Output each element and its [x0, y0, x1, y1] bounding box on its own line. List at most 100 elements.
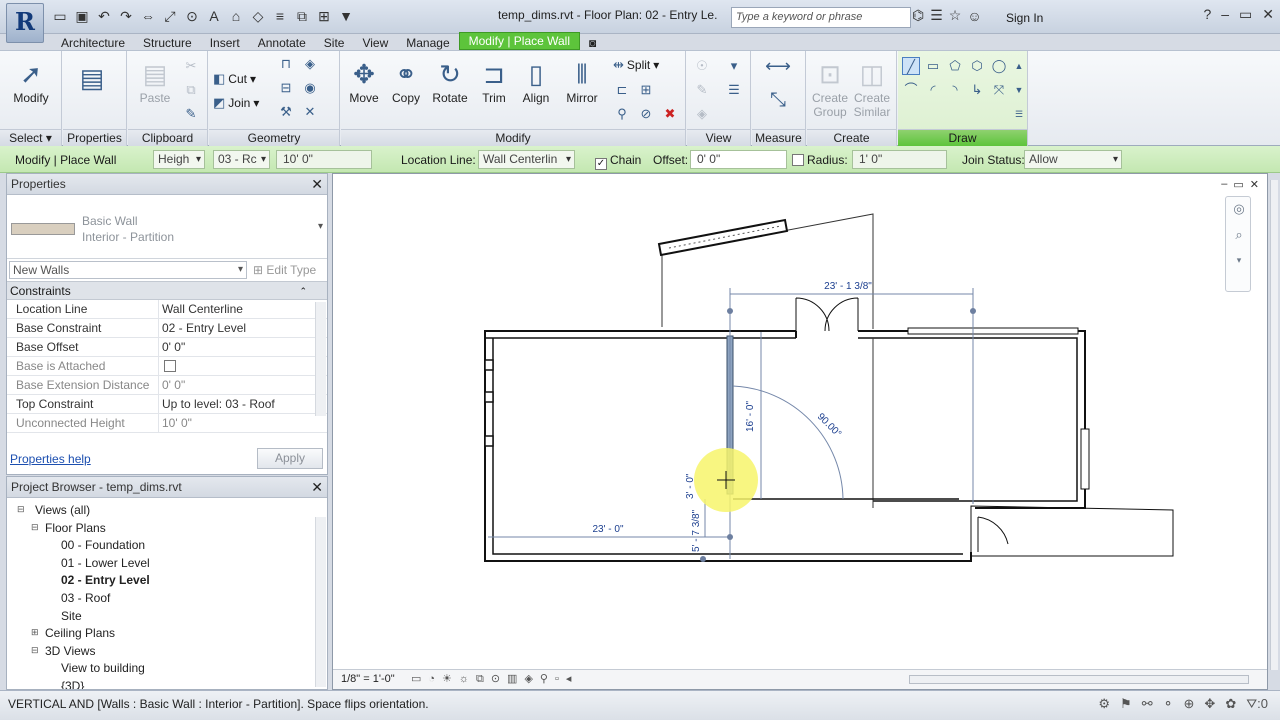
property-value[interactable]: Up to level: 03 - Roof	[159, 395, 327, 413]
collapse-node-icon[interactable]: ⊟	[31, 645, 39, 656]
section-icon[interactable]: ◇	[248, 6, 268, 26]
property-row[interactable]: Unconnected Height 10' 0"	[7, 414, 327, 433]
measure-between-icon[interactable]: ⟷	[760, 57, 796, 75]
expand-node-icon[interactable]: ⊞	[31, 627, 39, 638]
browser-item[interactable]: 02 - Entry Level	[61, 573, 150, 587]
vertical-scrollbar[interactable]	[1270, 180, 1278, 670]
browser-item[interactable]: 03 - Roof	[61, 591, 110, 605]
properties-scrollbar[interactable]	[315, 302, 326, 416]
property-row[interactable]: Top Constraint Up to level: 03 - Roof	[7, 395, 327, 414]
start-end-arc-icon[interactable]: ⌒	[902, 81, 920, 99]
chain-checkbox[interactable]: ✓ Chain	[595, 153, 641, 170]
paint-icon[interactable]: ◉	[301, 79, 319, 97]
offset-field[interactable]: 0' 0"	[690, 150, 787, 169]
copy-clipboard-icon[interactable]: ⧉	[182, 81, 200, 99]
close-icon[interactable]: ✕	[311, 174, 323, 194]
tab-structure[interactable]: Structure	[134, 36, 201, 50]
delete-icon[interactable]: ✖	[661, 105, 679, 123]
modify-button[interactable]: ➚ Modify	[8, 57, 54, 105]
close-icon[interactable]: ✕	[311, 477, 323, 497]
measure-icon[interactable]: ⇔	[138, 6, 158, 26]
view-control-icons[interactable]: ▭◔☀☼⧉⊙▥◈⚲▫◂	[411, 672, 578, 686]
rotate-button[interactable]: ↻ Rotate	[427, 57, 473, 105]
move-button[interactable]: ✥ Move	[341, 57, 387, 105]
line-icon[interactable]: ╱	[902, 57, 920, 75]
cut-geometry-button[interactable]: ◧ Cut ▾	[213, 71, 256, 87]
zoom-icon[interactable]: ⌕	[1230, 227, 1248, 245]
browser-item[interactable]: {3D}	[61, 679, 84, 689]
height-depth-select[interactable]: Heigh	[153, 150, 205, 169]
draw-expand-icon[interactable]: ☰	[1010, 105, 1028, 123]
instance-filter-select[interactable]: New Walls	[9, 261, 247, 279]
tab-view[interactable]: View	[353, 36, 397, 50]
paste-button[interactable]: ▤ Paste	[132, 57, 178, 105]
subscription-icon[interactable]: ☰	[930, 7, 943, 24]
close-icon[interactable]: ✕	[1262, 6, 1274, 23]
hide-element-icon[interactable]: ☉	[693, 57, 711, 75]
draw-scroll-down-icon[interactable]: ▼	[1010, 81, 1028, 99]
property-value[interactable]: 0' 0"	[159, 338, 327, 356]
aligned-dimension-icon[interactable]: ⤡	[760, 90, 796, 110]
property-row[interactable]: Base is Attached	[7, 357, 327, 376]
paint-view-icon[interactable]: ◈	[693, 105, 711, 123]
browser-item[interactable]: 00 - Foundation	[61, 538, 145, 552]
properties-help-link[interactable]: Properties help	[10, 452, 91, 466]
circumscribed-polygon-icon[interactable]: ⬡	[968, 57, 986, 75]
text-icon[interactable]: A	[204, 6, 224, 26]
tab-architecture[interactable]: Architecture	[52, 36, 134, 50]
tab-manage[interactable]: Manage	[397, 36, 458, 50]
property-row[interactable]: Base Extension Distance 0' 0"	[7, 376, 327, 395]
fillet-arc-icon[interactable]: ↳	[968, 81, 986, 99]
tab-insert[interactable]: Insert	[201, 36, 249, 50]
browser-item[interactable]: Site	[61, 609, 82, 623]
checkbox-icon[interactable]	[164, 360, 176, 372]
panel-label-select[interactable]: Select ▾	[0, 129, 61, 146]
wall-joins-icon[interactable]: ⊓	[277, 55, 295, 73]
join-status-select[interactable]: Allow	[1024, 150, 1122, 169]
restore-icon[interactable]: ▭	[1239, 6, 1252, 23]
mirror-button[interactable]: ⫴ Mirror	[559, 57, 605, 105]
view-scale[interactable]: 1/8" = 1'-0"	[341, 673, 395, 685]
help-icon[interactable]: ?	[1203, 6, 1211, 23]
level-select[interactable]: 03 - Rc	[213, 150, 270, 169]
application-menu-button[interactable]: R	[6, 3, 44, 43]
cope-icon[interactable]: ◈	[301, 55, 319, 73]
tangent-arc-icon[interactable]: ◝	[946, 81, 964, 99]
trim-button[interactable]: ⊐ Trim	[471, 57, 517, 105]
copy-button[interactable]: ⚭ Copy	[383, 57, 429, 105]
select-by-face-icon[interactable]: ✥	[1204, 696, 1215, 712]
cut-clipboard-icon[interactable]: ✂	[182, 57, 200, 75]
unpin-icon[interactable]: ⊘	[637, 105, 655, 123]
property-value[interactable]: Wall Centerline	[159, 300, 327, 318]
property-row[interactable]: Location Line Wall Centerline	[7, 300, 327, 319]
open-icon[interactable]: ▭	[50, 6, 70, 26]
tab-modify-place-wall[interactable]: Modify | Place Wall	[458, 32, 581, 50]
filter-icon[interactable]: ⛛:0	[1246, 696, 1268, 712]
tab-site[interactable]: Site	[315, 36, 354, 50]
close-hidden-icon[interactable]: ⧉	[292, 6, 312, 26]
property-row[interactable]: Base Constraint 02 - Entry Level	[7, 319, 327, 338]
3d-view-icon[interactable]: ⌂	[226, 6, 246, 26]
tab-annotate[interactable]: Annotate	[249, 36, 315, 50]
split-face-icon[interactable]: ⊟	[277, 79, 295, 97]
property-row[interactable]: Base Offset 0' 0"	[7, 338, 327, 357]
split-button[interactable]: ⇹ Split ▾	[613, 57, 659, 73]
user-icon[interactable]: ☺	[967, 8, 981, 24]
horizontal-scrollbar[interactable]	[909, 675, 1249, 684]
array-icon[interactable]: ⊞	[637, 81, 655, 99]
property-value[interactable]: 02 - Entry Level	[159, 319, 327, 337]
base-attached-checkbox[interactable]	[159, 357, 327, 375]
radius-field[interactable]: 1' 0"	[852, 150, 947, 169]
view-cube-icon[interactable]: ▼	[336, 6, 356, 26]
floor-plan-drawing[interactable]: 23' - 1 3/8" 90.00° 16' - 0" 3' - 0" 5' …	[333, 174, 1267, 669]
edit-type-button[interactable]: ⊞ Edit Type	[253, 263, 316, 277]
join-geometry-button[interactable]: ◩ Join ▾	[213, 95, 259, 111]
select-pinned-icon[interactable]: ⊕	[1184, 696, 1195, 712]
save-icon[interactable]: ▣	[72, 6, 92, 26]
worksets-icon[interactable]: ⚙	[1098, 696, 1110, 712]
location-line-select[interactable]: Wall Centerlin	[478, 150, 575, 169]
match-properties-icon[interactable]: ✎	[182, 105, 200, 123]
pick-lines-icon[interactable]: ⤧	[990, 81, 1008, 99]
unconnected-height-field[interactable]: 10' 0"	[276, 150, 372, 169]
redo-icon[interactable]: ↷	[116, 6, 136, 26]
